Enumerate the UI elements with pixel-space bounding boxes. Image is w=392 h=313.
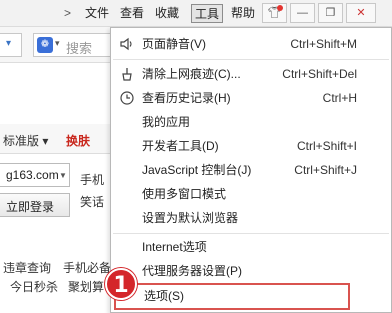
joke-link[interactable]: 笑话	[80, 193, 104, 210]
menu-item-developer-tools[interactable]: 开发者工具(D) Ctrl+Shift+I	[111, 134, 391, 158]
chevron-down-icon: ▾	[6, 38, 12, 49]
chevron-down-icon[interactable]: ▾	[55, 38, 60, 49]
step-number-badge: 1	[105, 268, 137, 300]
menu-favorites[interactable]: 收藏	[153, 4, 181, 23]
menu-view[interactable]: 查看	[118, 4, 146, 23]
menu-item-my-apps[interactable]: 我的应用	[111, 110, 391, 134]
skin-link[interactable]: 换肤	[66, 132, 90, 149]
tools-dropdown-menu: 页面静音(V) Ctrl+Shift+M 清除上网痕迹(C)... Ctrl+S…	[110, 27, 392, 313]
baidu-paw-icon[interactable]: ❁	[37, 37, 53, 53]
restore-icon: ❐	[325, 7, 336, 19]
address-dropdown[interactable]: ▾	[0, 33, 22, 57]
menu-help[interactable]: 帮助	[229, 4, 257, 23]
broom-icon	[122, 68, 132, 81]
menu-item-options[interactable]: 选项(S)	[114, 283, 350, 310]
menu-file[interactable]: 文件	[83, 4, 111, 23]
menu-separator	[113, 59, 389, 60]
menu-item-history[interactable]: 查看历史记录(H) Ctrl+H	[111, 86, 391, 110]
menu-item-set-default-browser[interactable]: 设置为默认浏览器	[111, 206, 391, 230]
clock-icon	[120, 91, 134, 105]
chevron-down-icon[interactable]: ▼	[59, 171, 67, 180]
menu-separator	[113, 233, 389, 234]
login-button[interactable]: 立即登录	[0, 193, 70, 217]
menu-item-proxy-settings[interactable]: 代理服务器设置(P)	[111, 259, 391, 283]
flash-sale-link[interactable]: 今日秒杀	[10, 278, 58, 295]
close-button[interactable]: ✕	[346, 3, 376, 23]
notification-dot	[277, 5, 283, 11]
menu-item-js-console[interactable]: JavaScript 控制台(J) Ctrl+Shift+J	[111, 158, 391, 182]
phone-link[interactable]: 手机	[80, 171, 104, 188]
juhuasuan-link[interactable]: 聚划算	[68, 278, 104, 295]
edition-selector[interactable]: 标准版 ▾	[3, 132, 48, 149]
menu-tools[interactable]: 工具	[191, 4, 224, 23]
menu-item-internet-options[interactable]: Internet选项	[111, 235, 391, 259]
skin-button[interactable]: 👕︎	[262, 3, 287, 23]
menu-bar: > 文件 查看 收藏 工具 帮助 👕︎ — ❐ ✕	[0, 0, 392, 27]
close-icon: ✕	[356, 7, 366, 19]
search-placeholder[interactable]: 搜索	[66, 38, 92, 57]
minimize-button[interactable]: —	[290, 3, 315, 23]
menu-item-clear-traces[interactable]: 清除上网痕迹(C)... Ctrl+Shift+Del	[111, 62, 391, 86]
restore-button[interactable]: ❐	[318, 3, 343, 23]
menu-item-multi-window[interactable]: 使用多窗口模式	[111, 182, 391, 206]
speaker-icon	[120, 37, 132, 51]
violation-query-link[interactable]: 违章查询	[3, 259, 51, 276]
minimize-icon: —	[297, 7, 308, 19]
chevron-right-icon[interactable]: >	[64, 6, 71, 20]
phone-essentials-link[interactable]: 手机必备	[63, 259, 111, 276]
menu-item-mute-page[interactable]: 页面静音(V) Ctrl+Shift+M	[111, 32, 391, 56]
